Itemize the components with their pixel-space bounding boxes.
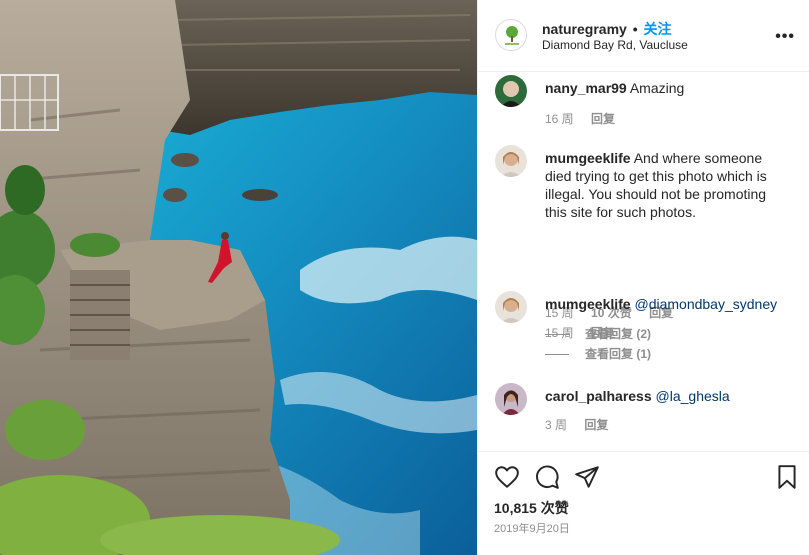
- comment-mention[interactable]: @diamondbay_sydney: [634, 296, 777, 312]
- commenter-avatar[interactable]: [495, 145, 527, 177]
- post-location[interactable]: Diamond Bay Rd, Vaucluse: [542, 38, 688, 52]
- follow-button[interactable]: 关注: [644, 21, 672, 37]
- comments-list[interactable]: nany_mar99 Amazing 16 周 回复 mumgeeklife A…: [478, 73, 809, 451]
- comment-body: nany_mar99 Amazing: [545, 79, 790, 97]
- post-photo[interactable]: [0, 0, 477, 555]
- comment-body: mumgeeklife @diamondbay_sydney: [545, 295, 790, 313]
- view-replies-label: 查看回复 (1): [585, 347, 652, 361]
- post-date[interactable]: 2019年9月20日: [494, 520, 570, 536]
- post-sidebar: naturegramy • 关注 Diamond Bay Rd, Vauclus…: [477, 0, 809, 555]
- reply-button[interactable]: 回复: [591, 326, 615, 340]
- reply-button[interactable]: 回复: [591, 112, 615, 126]
- author-username[interactable]: naturegramy: [542, 21, 627, 37]
- heart-icon[interactable]: [494, 464, 520, 490]
- commenter-avatar[interactable]: [495, 75, 527, 107]
- comment-body: carol_palharess @la_ghesla: [545, 387, 790, 405]
- likes-count[interactable]: 10,815 次赞: [494, 498, 569, 518]
- post-actions: 10,815 次赞 2019年9月20日: [478, 451, 809, 555]
- separator-dot: •: [632, 21, 638, 37]
- more-options-icon[interactable]: •••: [775, 28, 795, 46]
- view-replies-button[interactable]: 查看回复 (1): [545, 345, 651, 362]
- comment-username[interactable]: nany_mar99: [545, 80, 627, 96]
- comment-icon[interactable]: [534, 464, 560, 490]
- comment-meta: 3 周 回复: [545, 416, 622, 433]
- author-avatar[interactable]: [495, 19, 527, 51]
- comment-text: Amazing: [629, 80, 685, 96]
- comment-meta: 16 周 回复: [545, 110, 629, 127]
- comment-username[interactable]: mumgeeklife: [545, 150, 631, 166]
- comment-age[interactable]: 15 周: [545, 326, 574, 340]
- bookmark-icon[interactable]: [774, 464, 800, 490]
- author-line: naturegramy • 关注: [542, 19, 672, 39]
- divider-line: [545, 354, 569, 356]
- comment-age[interactable]: 3 周: [545, 418, 567, 432]
- comment-age[interactable]: 16 周: [545, 112, 574, 126]
- comment-body: mumgeeklife And where someone died tryin…: [545, 149, 790, 221]
- reply-button[interactable]: 回复: [584, 418, 608, 432]
- commenter-avatar[interactable]: [495, 291, 527, 323]
- comment-mention[interactable]: @la_ghesla: [656, 388, 730, 404]
- photo-image: [0, 0, 477, 555]
- comment-username[interactable]: carol_palharess: [545, 388, 652, 404]
- commenter-avatar[interactable]: [495, 383, 527, 415]
- comment-meta: 15 周 回复: [545, 324, 629, 341]
- post-header: naturegramy • 关注 Diamond Bay Rd, Vauclus…: [478, 0, 809, 72]
- comment-username[interactable]: mumgeeklife: [545, 296, 631, 312]
- send-icon[interactable]: [574, 464, 600, 490]
